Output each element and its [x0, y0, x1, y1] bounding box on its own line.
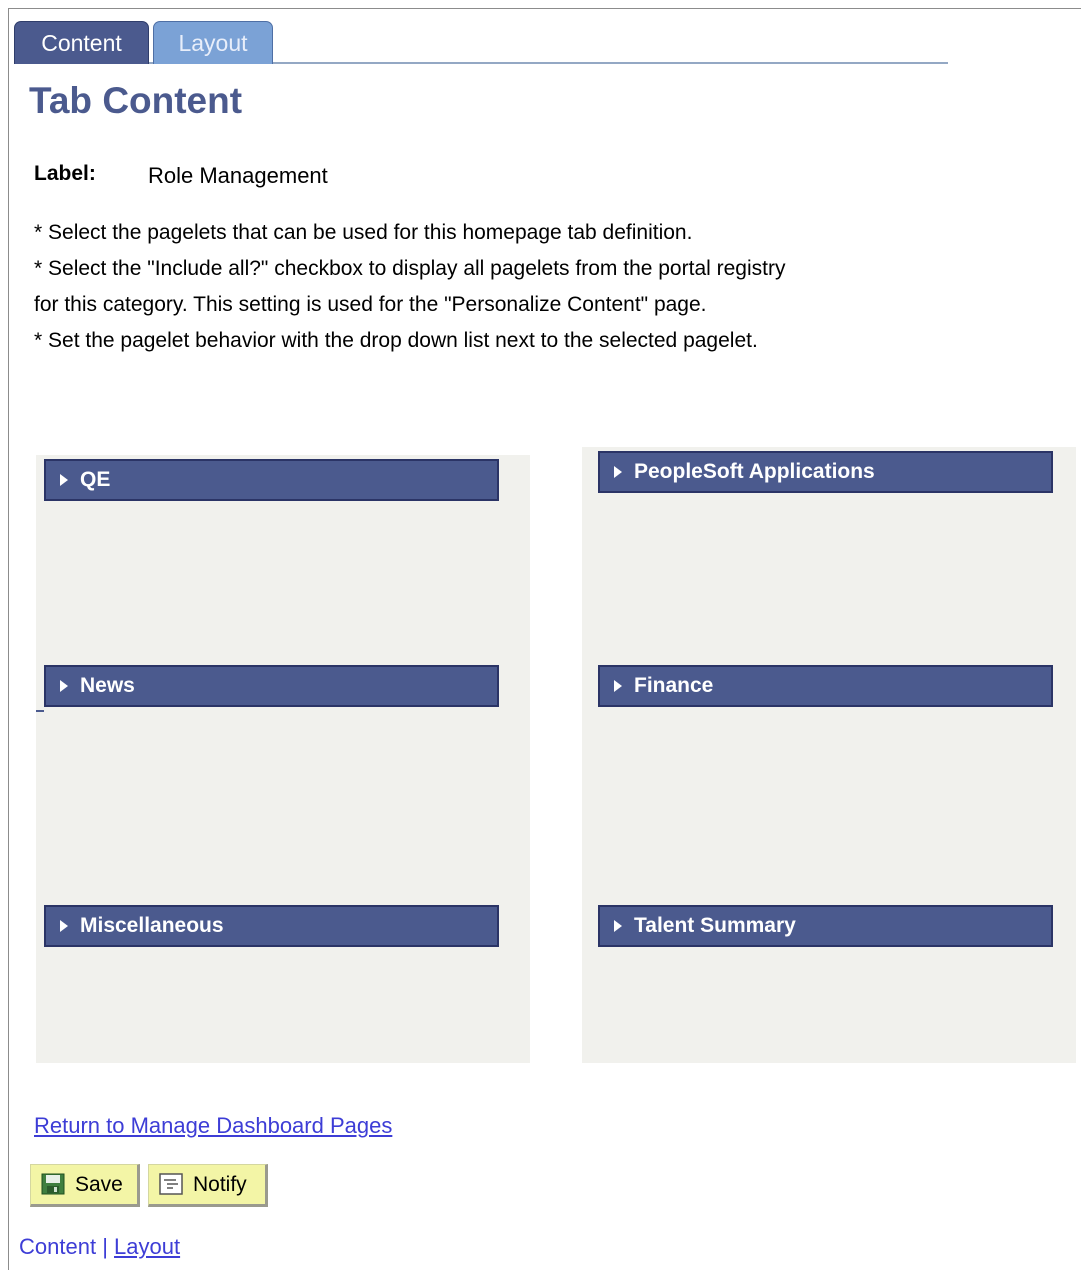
return-to-manage-dashboard-link[interactable]: Return to Manage Dashboard Pages	[34, 1113, 392, 1139]
pagelet-peoplesoft-applications[interactable]: PeopleSoft Applications	[598, 451, 1053, 493]
pagelet-news[interactable]: News	[44, 665, 499, 707]
footer-link-layout[interactable]: Layout	[114, 1234, 180, 1259]
notify-icon	[159, 1173, 183, 1195]
instructions: * Select the pagelets that can be used f…	[34, 215, 785, 359]
notify-button[interactable]: Notify	[148, 1164, 268, 1207]
expand-arrow-icon	[60, 920, 68, 932]
pagelet-label: Finance	[634, 674, 714, 697]
pagelet-finance[interactable]: Finance	[598, 665, 1053, 707]
pagelet-label: PeopleSoft Applications	[634, 460, 875, 483]
expand-arrow-icon	[614, 920, 622, 932]
footer-link-content[interactable]: Content	[19, 1234, 96, 1259]
instruction-line: for this category. This setting is used …	[34, 293, 707, 316]
expand-arrow-icon	[614, 466, 622, 478]
footer-navigation: Content | Layout	[19, 1234, 180, 1260]
save-button-label: Save	[75, 1173, 123, 1196]
pagelet-qe[interactable]: QE	[44, 459, 499, 501]
page-frame-top	[8, 8, 1081, 9]
tab-layout[interactable]: Layout	[153, 21, 273, 64]
pagelet-talent-summary[interactable]: Talent Summary	[598, 905, 1053, 947]
pagelet-label: News	[80, 674, 135, 697]
label-field-value: Role Management	[148, 163, 328, 188]
right-column-panel	[582, 447, 1076, 1063]
pagelet-miscellaneous[interactable]: Miscellaneous	[44, 905, 499, 947]
notify-button-label: Notify	[193, 1173, 247, 1196]
left-column-panel	[36, 455, 530, 1063]
instruction-line: * Select the pagelets that can be used f…	[34, 221, 693, 244]
pagelet-label: Talent Summary	[634, 914, 796, 937]
instruction-line: * Set the pagelet behavior with the drop…	[34, 329, 758, 352]
expand-arrow-icon	[60, 474, 68, 486]
instruction-line: * Select the "Include all?" checkbox to …	[34, 257, 786, 280]
footer-separator: |	[102, 1234, 108, 1259]
pagelet-label: Miscellaneous	[80, 914, 224, 937]
expand-arrow-icon	[60, 680, 68, 692]
page-title: Tab Content	[29, 80, 243, 121]
save-button[interactable]: Save	[30, 1164, 140, 1207]
tab-content[interactable]: Content	[14, 21, 149, 64]
drag-marker	[36, 710, 44, 712]
expand-arrow-icon	[614, 680, 622, 692]
pagelet-label: QE	[80, 468, 111, 491]
floppy-disk-icon	[41, 1173, 65, 1195]
page-frame-left	[8, 8, 9, 1270]
label-field-key: Label:	[34, 162, 96, 185]
